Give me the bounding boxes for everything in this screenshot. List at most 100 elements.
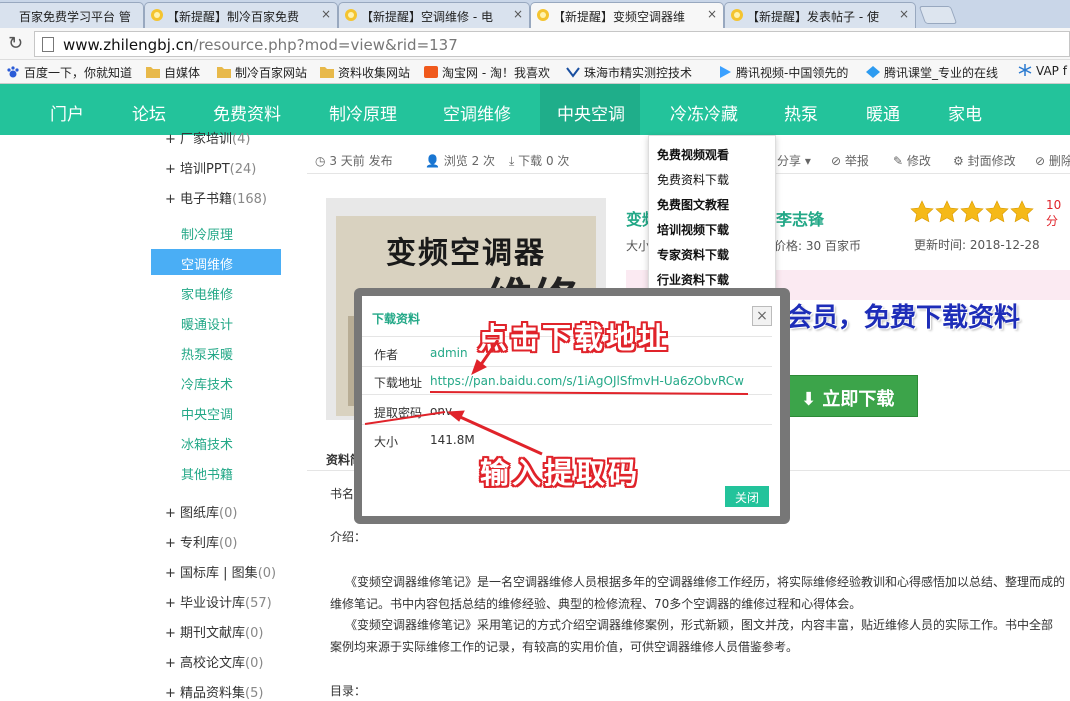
view-count: 👤 浏览 2 次	[425, 154, 496, 168]
url-input[interactable]: www.zhilengbj.cn/resource.php?mod=view&r…	[34, 31, 1070, 57]
bookmark-item[interactable]: 腾讯视频-中国领先的	[718, 64, 848, 81]
nav-item-ac-repair[interactable]: 空调维修	[443, 100, 511, 125]
nav-item-free-resources[interactable]: 免费资料	[213, 100, 281, 125]
close-icon[interactable]: ×	[321, 7, 331, 21]
sidebar-category[interactable]: + 精品资料集(5)	[165, 682, 263, 701]
close-icon[interactable]: ×	[707, 7, 717, 21]
nav-item-heat-pump[interactable]: 热泵	[784, 100, 818, 125]
bookmark-label: 淘宝网 - 淘！我喜欢	[442, 66, 550, 80]
annotation-arrows	[364, 340, 749, 456]
dropdown-item[interactable]: 培训视频下载	[657, 221, 729, 238]
nav-item-refrigeration-principle[interactable]: 制冷原理	[329, 100, 397, 125]
warning-icon: ⊘	[831, 154, 842, 168]
user-icon: 👤	[425, 154, 440, 168]
nav-dropdown-menu: 免费视频观看 免费资料下载 免费图文教程 培训视频下载 专家资料下载 行业资料下…	[648, 135, 776, 293]
bookmark-item[interactable]: 百度一下，你就知道	[6, 64, 132, 81]
report-button[interactable]: ⊘ 举报	[831, 152, 869, 169]
size-label: 大小	[626, 239, 651, 253]
bookmark-label: 制冷百家网站	[235, 66, 308, 80]
url-domain: www.zhilengbj.cn	[63, 36, 194, 54]
sidebar-subitem[interactable]: 冰箱技术	[151, 429, 281, 455]
bookmark-label: 资料收集网站	[338, 66, 411, 80]
sidebar-category[interactable]: + 电子书籍(168)	[165, 188, 267, 207]
sidebar-category[interactable]: + 国标库 | 图集(0)	[165, 562, 276, 581]
dropdown-item[interactable]: 行业资料下载	[657, 271, 729, 288]
browser-tab[interactable]: 百家免费学习平台 管	[0, 2, 144, 28]
sidebar-category[interactable]: + 毕业设计库(57)	[165, 592, 272, 611]
bookmark-folder[interactable]: 资料收集网站	[320, 64, 410, 81]
bookmark-label: 腾讯课堂_专业的在线	[884, 66, 999, 80]
rating-stars	[910, 200, 1036, 227]
forum-favicon-icon	[731, 9, 743, 21]
sidebar-subitem[interactable]: 热泵采暖	[151, 339, 281, 365]
bookmark-item[interactable]: 珠海市精实测控技术	[566, 64, 692, 81]
dropdown-item[interactable]: 免费资料下载	[657, 171, 729, 188]
edit-button[interactable]: ✎ 修改	[893, 152, 931, 169]
nav-item-central-ac[interactable]: 中央空调	[557, 100, 625, 125]
taobao-icon	[424, 66, 438, 78]
browser-tab-strip: 百家免费学习平台 管 【新提醒】制冷百家免费 × 【新提醒】空调维修 - 电 ×…	[0, 0, 1070, 29]
share-button[interactable]: 分享 ▾	[777, 152, 811, 169]
resource-author: 李志锋	[776, 210, 825, 229]
bookmark-label: 腾讯视频-中国领先的	[736, 66, 849, 80]
sidebar-subitem[interactable]: 制冷原理	[151, 219, 281, 245]
browser-tab[interactable]: 【新提醒】空调维修 - 电 ×	[338, 2, 530, 28]
dropdown-item[interactable]: 免费视频观看	[657, 146, 729, 163]
download-count: ⤓ 下载 0 次	[509, 154, 570, 168]
bookmark-folder[interactable]: 制冷百家网站	[217, 64, 307, 81]
nav-item-cold-storage[interactable]: 冷冻冷藏	[670, 100, 738, 125]
sidebar-subitem[interactable]: 暖通设计	[151, 309, 281, 335]
forum-favicon-icon	[537, 9, 549, 21]
nav-item-home[interactable]: 门户	[50, 100, 84, 125]
delete-button[interactable]: ⊘ 删除	[1035, 152, 1070, 169]
sidebar-category[interactable]: + 培训PPT(24)	[165, 158, 256, 177]
bookmark-folder[interactable]: 自媒体	[146, 64, 200, 81]
browser-tab[interactable]: 【新提醒】制冷百家免费 ×	[144, 2, 338, 28]
clock-icon: ◷	[315, 154, 326, 168]
sidebar-subitem[interactable]: 其他书籍	[151, 459, 281, 485]
forum-favicon-icon	[151, 9, 163, 21]
sidebar-subitem[interactable]: 中央空调	[151, 399, 281, 425]
reload-icon[interactable]: ↻	[8, 33, 23, 54]
download-now-button[interactable]: ⬇ 立即下载	[784, 375, 918, 417]
update-time: 更新时间: 2018-12-28	[914, 238, 1040, 252]
sidebar-category[interactable]: + 专利库(0)	[165, 532, 237, 551]
rating-score: 10 分	[1046, 198, 1062, 228]
bookmark-item[interactable]: VAP f	[1018, 64, 1067, 78]
browser-tab-active[interactable]: 【新提醒】变频空调器维 ×	[530, 2, 724, 29]
close-icon[interactable]: ×	[899, 7, 909, 21]
nav-item-forum[interactable]: 论坛	[132, 100, 166, 125]
sidebar-subitem[interactable]: 冷库技术	[151, 369, 281, 395]
nav-item-hvac[interactable]: 暖通	[866, 100, 900, 125]
forum-favicon-icon	[345, 9, 357, 21]
toc-label: 目录：	[330, 684, 367, 698]
promo-banner-text: 会员，免费下载资料	[786, 303, 1021, 333]
close-icon[interactable]: ×	[752, 306, 772, 326]
price: 价格: 30 百家币	[774, 239, 861, 253]
sidebar-category[interactable]: + 图纸库(0)	[165, 502, 237, 521]
tab-title: 【新提醒】制冷百家免费	[167, 10, 300, 24]
url-path: /resource.php?mod=view&rid=137	[193, 36, 458, 54]
main-nav: 门户 论坛 免费资料 制冷原理 空调维修 中央空调 冷冻冷藏 热泵 暖通 家电	[0, 84, 1070, 135]
sidebar-category[interactable]: + 期刊文献库(0)	[165, 622, 263, 641]
new-tab-button[interactable]	[918, 6, 958, 24]
bookmark-item[interactable]: 腾讯课堂_专业的在线	[866, 64, 998, 81]
cover-edit-button[interactable]: ⚙ 封面修改	[953, 152, 1016, 169]
tencent-video-icon	[720, 66, 731, 78]
dropdown-item[interactable]: 专家资料下载	[657, 246, 729, 263]
intro-paragraph: 《变频空调器维修笔记》采用笔记的方式介绍空调器维修案例，形式新颖，图文并茂，内容…	[345, 618, 1054, 632]
browser-tab[interactable]: 【新提醒】发表帖子 - 使 ×	[724, 2, 916, 28]
sidebar-category[interactable]: + 高校论文库(0)	[165, 652, 263, 671]
sidebar-category[interactable]: + 厂家培训(4)	[165, 128, 250, 147]
nav-item-appliance[interactable]: 家电	[948, 100, 982, 125]
site-logo-icon	[566, 67, 580, 78]
intro-paragraph: 案例均来源于实际维修工作的记录，有较高的实用价值，可供空调器维修人员借鉴参考。	[330, 640, 799, 654]
sidebar-subitem[interactable]: 家电维修	[151, 279, 281, 305]
bookmark-label: VAP f	[1036, 64, 1067, 78]
dropdown-item[interactable]: 免费图文教程	[657, 196, 729, 213]
tab-title: 【新提醒】变频空调器维	[553, 10, 686, 24]
folder-icon	[320, 67, 334, 78]
bookmark-item[interactable]: 淘宝网 - 淘！我喜欢	[424, 64, 550, 81]
sidebar-subitem-selected[interactable]: 空调维修	[151, 249, 281, 275]
close-icon[interactable]: ×	[513, 7, 523, 21]
